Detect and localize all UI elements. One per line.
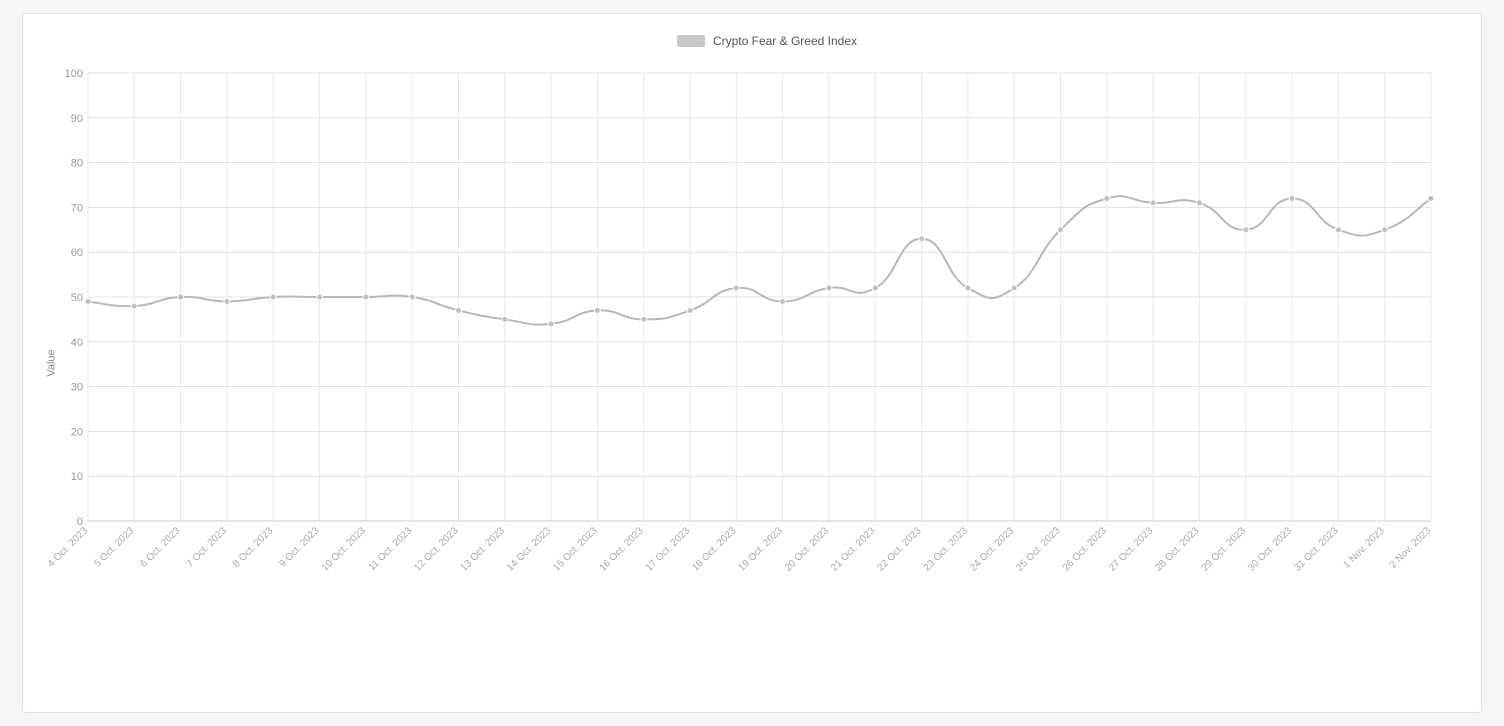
svg-text:5 Oct. 2023: 5 Oct. 2023: [92, 525, 137, 570]
chart-legend: Crypto Fear & Greed Index: [83, 34, 1451, 48]
svg-text:26 Oct. 2023: 26 Oct. 2023: [1061, 525, 1110, 574]
svg-text:31 Oct. 2023: 31 Oct. 2023: [1292, 525, 1341, 574]
svg-text:16 Oct. 2023: 16 Oct. 2023: [598, 525, 647, 574]
svg-text:1 Nov. 2023: 1 Nov. 2023: [1341, 525, 1387, 571]
svg-text:10: 10: [71, 471, 83, 483]
svg-text:15 Oct. 2023: 15 Oct. 2023: [551, 525, 600, 574]
svg-text:30: 30: [71, 382, 83, 394]
svg-text:6 Oct. 2023: 6 Oct. 2023: [138, 525, 183, 570]
svg-text:4 Oct. 2023: 4 Oct. 2023: [46, 525, 91, 570]
svg-text:29 Oct. 2023: 29 Oct. 2023: [1200, 525, 1249, 574]
svg-text:50: 50: [71, 292, 83, 304]
chart-container: Crypto Fear & Greed Index Value 01020304…: [22, 13, 1482, 713]
svg-text:19 Oct. 2023: 19 Oct. 2023: [737, 525, 786, 574]
y-axis-label: Value: [46, 349, 58, 376]
svg-text:2 Nov. 2023: 2 Nov. 2023: [1388, 525, 1434, 571]
svg-text:10 Oct. 2023: 10 Oct. 2023: [320, 525, 369, 574]
svg-text:22 Oct. 2023: 22 Oct. 2023: [875, 525, 924, 574]
svg-text:24 Oct. 2023: 24 Oct. 2023: [968, 525, 1017, 574]
legend-color-swatch: [677, 35, 705, 47]
svg-text:20: 20: [71, 426, 83, 438]
svg-text:27 Oct. 2023: 27 Oct. 2023: [1107, 525, 1156, 574]
svg-text:60: 60: [71, 247, 83, 259]
svg-text:30 Oct. 2023: 30 Oct. 2023: [1246, 525, 1295, 574]
svg-text:17 Oct. 2023: 17 Oct. 2023: [644, 525, 693, 574]
legend-label: Crypto Fear & Greed Index: [713, 34, 857, 48]
svg-text:21 Oct. 2023: 21 Oct. 2023: [829, 525, 878, 574]
svg-text:13 Oct. 2023: 13 Oct. 2023: [459, 525, 508, 574]
svg-text:12 Oct. 2023: 12 Oct. 2023: [412, 525, 461, 574]
svg-text:80: 80: [71, 158, 83, 170]
main-chart-svg: 01020304050607080901004 Oct. 20235 Oct. …: [83, 58, 1451, 646]
svg-text:28 Oct. 2023: 28 Oct. 2023: [1153, 525, 1202, 574]
svg-text:14 Oct. 2023: 14 Oct. 2023: [505, 525, 554, 574]
svg-text:70: 70: [71, 202, 83, 214]
svg-text:8 Oct. 2023: 8 Oct. 2023: [231, 525, 276, 570]
chart-area: 01020304050607080901004 Oct. 20235 Oct. …: [83, 58, 1451, 646]
svg-text:18 Oct. 2023: 18 Oct. 2023: [690, 525, 739, 574]
svg-text:40: 40: [71, 337, 83, 349]
svg-text:100: 100: [65, 68, 83, 80]
svg-text:25 Oct. 2023: 25 Oct. 2023: [1014, 525, 1063, 574]
svg-text:20 Oct. 2023: 20 Oct. 2023: [783, 525, 832, 574]
svg-text:23 Oct. 2023: 23 Oct. 2023: [922, 525, 971, 574]
svg-text:9 Oct. 2023: 9 Oct. 2023: [277, 525, 322, 570]
svg-text:11 Oct. 2023: 11 Oct. 2023: [367, 525, 415, 573]
svg-text:7 Oct. 2023: 7 Oct. 2023: [185, 525, 230, 570]
svg-text:90: 90: [71, 113, 83, 125]
